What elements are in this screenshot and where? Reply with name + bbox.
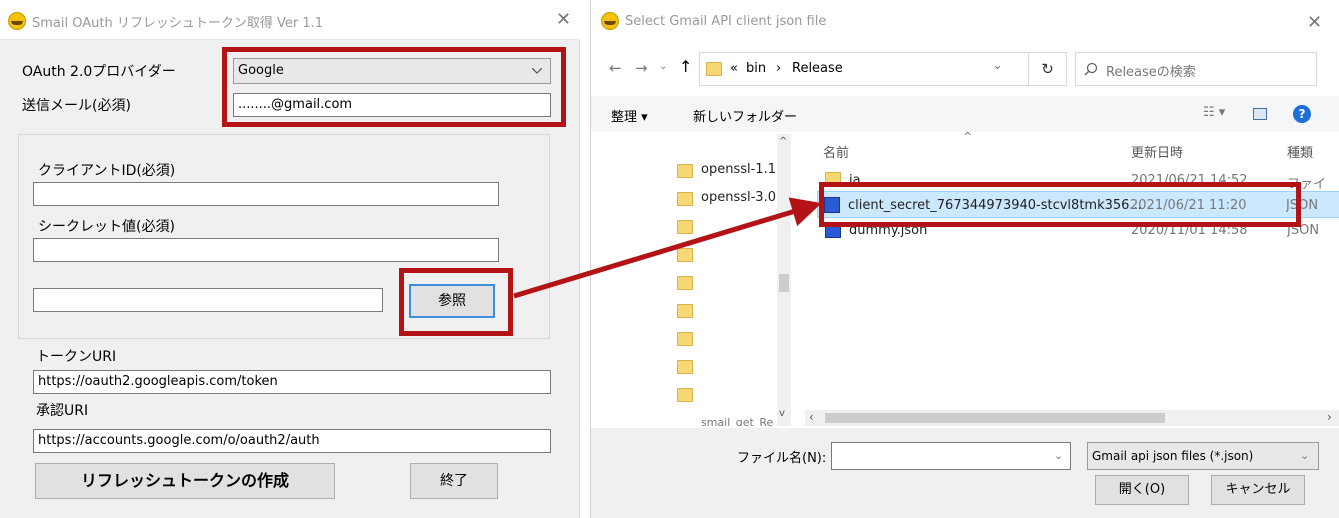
arrow-line: [513, 197, 822, 299]
annotation-arrow: [513, 197, 822, 299]
